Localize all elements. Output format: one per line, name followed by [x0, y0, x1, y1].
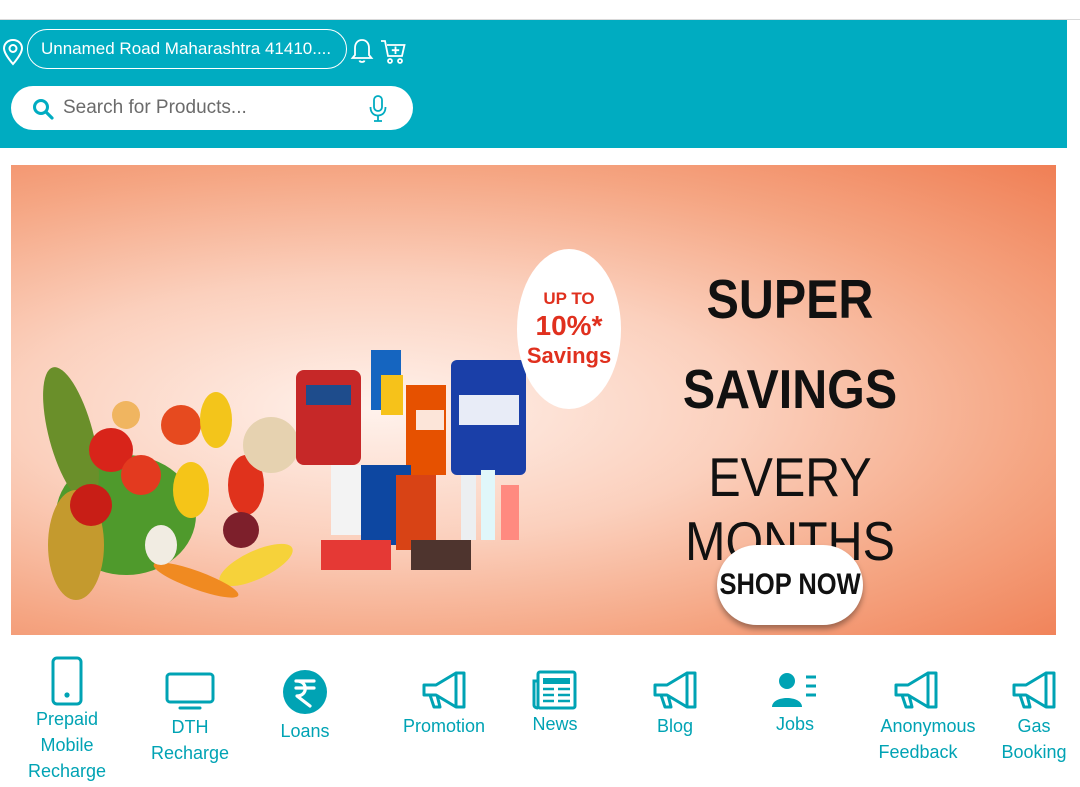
banner-headline-1: SUPER [706, 268, 874, 330]
promo-banner[interactable]: UP TO 10%* Savings SUPER SAVINGS EVERY M… [11, 165, 1056, 635]
quick-link-news[interactable]: News [518, 648, 592, 737]
quick-link-gas-booking[interactable]: Gas Booking [998, 648, 1070, 765]
quick-link-blog[interactable]: Blog [640, 648, 710, 739]
quick-link-label: Recharge [28, 761, 107, 781]
quick-link-label: Jobs [775, 714, 815, 734]
quick-link-label: News [532, 714, 578, 734]
quick-link-label: Blog [656, 716, 694, 736]
quick-link-prepaid-mobile-recharge[interactable]: Prepaid Mobile Recharge [28, 648, 106, 784]
quick-link-label: Anonymous [880, 716, 976, 736]
quick-link-label: Recharge [150, 743, 230, 763]
quick-link-label: Promotion [402, 716, 486, 736]
tv-icon [165, 672, 215, 710]
quick-link-label: Feedback [878, 742, 958, 762]
search-icon[interactable] [31, 97, 55, 121]
quick-link-label: Prepaid [35, 709, 99, 729]
cart-plus-icon[interactable] [379, 37, 407, 65]
megaphone-icon [422, 671, 466, 709]
quick-link-jobs[interactable]: Jobs [760, 648, 830, 737]
location-selector[interactable]: Unnamed Road Maharashtra 41410.... [27, 29, 347, 69]
bell-icon[interactable] [350, 37, 374, 65]
groceries-illustration [43, 350, 526, 600]
badge-line-3: Savings [526, 343, 612, 368]
status-bar-area [0, 0, 1080, 20]
badge-line-2: 10%* [535, 310, 603, 341]
shop-now-button[interactable]: SHOP NOW [717, 545, 863, 625]
megaphone-icon [1012, 671, 1056, 709]
person-list-icon [772, 673, 816, 707]
quick-link-anonymous-feedback[interactable]: Anonymous Feedback [876, 648, 980, 765]
quick-link-promotion[interactable]: Promotion [398, 648, 490, 739]
badge-line-1: UP TO [543, 289, 595, 308]
banner-headline-2: SAVINGS [682, 358, 898, 420]
mobile-phone-icon [51, 656, 83, 706]
megaphone-icon [653, 671, 697, 709]
search-input[interactable] [63, 92, 353, 124]
search-bar [11, 86, 413, 130]
quick-link-dth-recharge[interactable]: DTH Recharge [146, 648, 234, 766]
quick-link-label: Gas [1017, 716, 1051, 736]
microphone-icon[interactable] [367, 94, 389, 124]
quick-link-label: Mobile [40, 735, 94, 755]
location-pin-icon[interactable] [2, 38, 24, 66]
rupee-icon [283, 670, 327, 714]
quick-link-loans[interactable]: Loans [265, 648, 345, 744]
megaphone-icon [894, 671, 938, 709]
quick-link-label: DTH [171, 717, 209, 737]
newspaper-icon [532, 670, 577, 710]
quick-link-label: Booking [1001, 742, 1067, 762]
savings-badge: UP TO 10%* Savings [517, 249, 621, 409]
quick-link-label: Loans [280, 721, 330, 741]
quick-links-row: Prepaid Mobile Recharge DTH Recharge Loa… [0, 648, 1080, 787]
app-header: Unnamed Road Maharashtra 41410.... [0, 20, 1067, 148]
